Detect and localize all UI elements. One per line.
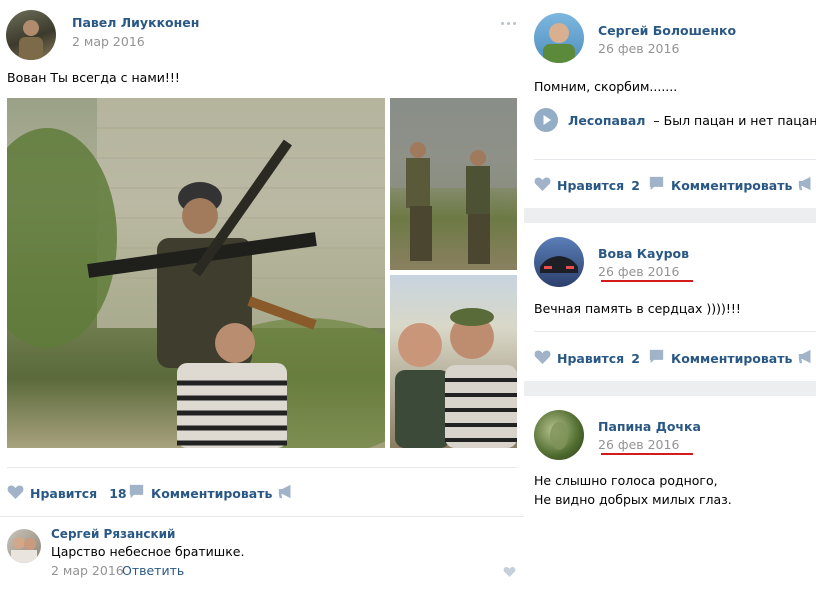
comment-icon: [128, 484, 145, 502]
audio-title: – Был пацан и нет пацана: [653, 113, 816, 128]
audio-play-button[interactable]: [534, 108, 558, 135]
like-button[interactable]: Нравится 2: [534, 176, 640, 194]
megaphone-icon: [277, 484, 294, 502]
post-divider: [534, 159, 816, 160]
like-label: Нравится: [557, 177, 625, 193]
reply-link[interactable]: Ответить: [122, 563, 184, 578]
right-column: Сергей Болошенко 26 фев 2016 Помним, ско…: [524, 0, 816, 589]
date-annotation-underline: [601, 453, 693, 455]
post-author[interactable]: Сергей Болошенко: [598, 23, 736, 38]
like-label: Нравится: [557, 350, 625, 366]
heart-icon: [503, 565, 516, 580]
author-avatar[interactable]: [534, 410, 584, 460]
date-annotation-underline: [601, 280, 693, 282]
post-text-line-1: Не слышно голоса родного,: [534, 473, 718, 488]
megaphone-icon: [797, 176, 814, 194]
post-photo-main[interactable]: [7, 98, 385, 448]
megaphone-icon: [797, 349, 814, 367]
comment-like-button[interactable]: [503, 565, 516, 580]
post-date[interactable]: 26 фев 2016: [598, 41, 679, 56]
wall-post: Папина Дочка 26 фев 2016 Не слышно голос…: [524, 396, 816, 589]
comment-label: Комментировать: [671, 350, 793, 366]
post-text: Вован Ты всегда с нами!!!: [7, 70, 180, 85]
post-divider: [7, 467, 517, 468]
post-text: Вечная память в сердцах ))))!!!: [534, 301, 741, 316]
author-avatar[interactable]: [534, 237, 584, 287]
like-button[interactable]: Нравится 2: [534, 349, 640, 367]
like-count: 2: [631, 177, 640, 193]
audio-track[interactable]: Лесопавал – Был пацан и нет пацана: [568, 112, 816, 130]
share-button[interactable]: [277, 484, 300, 502]
post-author[interactable]: Павел Лиукконен: [72, 15, 199, 30]
play-icon: [534, 108, 558, 135]
heart-icon: [534, 176, 551, 194]
comment-icon: [648, 349, 665, 367]
wall-post: Павел Лиукконен 2 мар 2016 Вован Ты всег…: [0, 0, 524, 589]
comment-button[interactable]: Комментировать: [648, 349, 792, 367]
post-divider: [534, 331, 816, 332]
author-avatar[interactable]: [534, 13, 584, 63]
post-photo-3[interactable]: [390, 275, 517, 448]
post-photo-2[interactable]: [390, 98, 517, 270]
like-label: Нравится: [30, 485, 98, 501]
wall-post: Сергей Болошенко 26 фев 2016 Помним, ско…: [524, 0, 816, 208]
post-text: Помним, скорбим.......: [534, 79, 678, 94]
commenter-avatar[interactable]: [7, 529, 41, 563]
heart-icon: [7, 484, 24, 502]
like-count: 2: [631, 350, 640, 366]
wall-post: Вова Кауров 26 фев 2016 Вечная память в …: [524, 223, 816, 381]
comment-icon: [648, 176, 665, 194]
comment-button[interactable]: Комментировать: [128, 484, 272, 502]
like-button[interactable]: Нравится 18: [7, 484, 127, 502]
post-date[interactable]: 26 фев 2016: [598, 437, 679, 452]
comment-date[interactable]: 2 мар 2016: [51, 563, 124, 578]
author-avatar[interactable]: [6, 10, 56, 60]
comment-text: Царство небесное братишке.: [51, 544, 245, 559]
post-date[interactable]: 2 мар 2016: [72, 34, 145, 49]
comments-divider: [0, 516, 524, 517]
comment-author[interactable]: Сергей Рязанский: [51, 527, 175, 541]
post-date[interactable]: 26 фев 2016: [598, 264, 679, 279]
post-text-line-2: Не видно добрых милых глаз.: [534, 492, 732, 507]
reply-label: Ответить: [122, 563, 185, 578]
share-button[interactable]: [797, 349, 816, 367]
audio-artist[interactable]: Лесопавал: [568, 113, 645, 128]
post-menu-icon[interactable]: [501, 22, 516, 25]
comment-label: Комментировать: [151, 485, 273, 501]
post-author[interactable]: Вова Кауров: [598, 246, 689, 261]
comment-button[interactable]: Комментировать: [648, 176, 792, 194]
heart-icon: [534, 349, 551, 367]
comment-label: Комментировать: [671, 177, 793, 193]
share-button[interactable]: [797, 176, 816, 194]
like-count: 18: [109, 485, 127, 501]
post-author[interactable]: Папина Дочка: [598, 419, 701, 434]
